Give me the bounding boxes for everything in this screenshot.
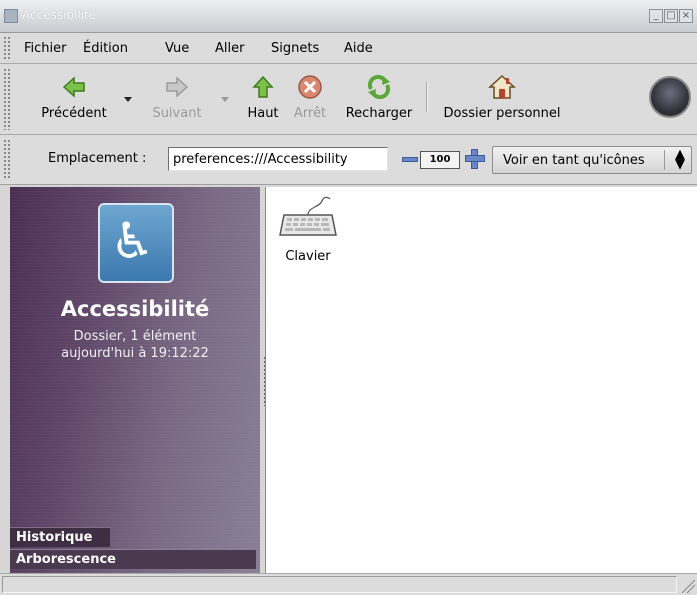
stop-label: Arrêt bbox=[293, 106, 327, 121]
sidebar: ♿ Accessibilité Dossier, 1 élément aujou… bbox=[10, 187, 260, 573]
window-title: Accessibilité bbox=[22, 8, 97, 22]
reload-icon bbox=[367, 74, 391, 100]
up-label: Haut bbox=[247, 106, 279, 121]
close-icon[interactable]: × bbox=[679, 9, 693, 23]
zoom-out-icon[interactable] bbox=[402, 157, 418, 162]
sidebar-info-line2: aujourd'hui à 19:12:22 bbox=[61, 346, 209, 361]
minimize-icon[interactable]: _ bbox=[649, 9, 663, 23]
zoom-level[interactable]: 100 bbox=[420, 151, 460, 169]
title-bar[interactable]: Accessibilité _ □ × bbox=[0, 0, 697, 33]
forward-arrow-icon bbox=[166, 76, 189, 98]
sidebar-title: Accessibilité bbox=[60, 297, 210, 321]
accessibility-icon: ♿ bbox=[98, 203, 174, 283]
menu-bar: Fichier Édition Vue Aller Signets Aide bbox=[0, 33, 697, 64]
sidebar-info-line1: Dossier, 1 élément bbox=[73, 329, 197, 344]
toolbar-grip[interactable] bbox=[3, 68, 11, 130]
toolbar-separator bbox=[426, 82, 428, 112]
back-button[interactable]: Précédent bbox=[34, 70, 114, 121]
back-arrow-icon bbox=[62, 76, 85, 98]
up-arrow-icon bbox=[252, 75, 274, 98]
location-label: Emplacement : bbox=[48, 151, 147, 166]
reload-label: Recharger bbox=[345, 106, 413, 121]
maximize-icon[interactable]: □ bbox=[664, 9, 678, 23]
home-button[interactable]: Dossier personnel bbox=[436, 70, 568, 121]
location-input[interactable] bbox=[168, 147, 388, 171]
toolbar: Précédent Suivant Haut Arrêt Recharger D… bbox=[0, 64, 697, 135]
stop-button[interactable]: Arrêt bbox=[288, 70, 332, 121]
menu-help[interactable]: Aide bbox=[344, 41, 373, 56]
view-as-label: Voir en tant qu'icônes bbox=[503, 153, 645, 168]
keyboard-icon bbox=[279, 196, 337, 236]
menu-go[interactable]: Aller bbox=[215, 41, 244, 56]
forward-label: Suivant bbox=[152, 106, 202, 121]
file-view[interactable]: Clavier bbox=[265, 187, 697, 573]
file-item-clavier[interactable]: Clavier bbox=[274, 193, 342, 264]
location-bar: Emplacement : 100 Voir en tant qu'icônes… bbox=[0, 135, 697, 185]
menu-edit[interactable]: Édition bbox=[83, 41, 128, 56]
status-bar bbox=[0, 573, 697, 595]
home-label: Dossier personnel bbox=[443, 106, 561, 121]
zoom-in-icon[interactable] bbox=[465, 149, 485, 169]
back-history-chevron-down-icon[interactable] bbox=[124, 97, 132, 102]
menu-view[interactable]: Vue bbox=[165, 41, 189, 56]
menu-file[interactable]: Fichier bbox=[24, 41, 67, 56]
menubar-grip[interactable] bbox=[3, 36, 11, 60]
back-label: Précédent bbox=[41, 106, 107, 121]
home-icon bbox=[488, 74, 516, 99]
up-button[interactable]: Haut bbox=[240, 70, 286, 121]
resize-grip-icon[interactable] bbox=[681, 579, 695, 593]
forward-history-chevron-down-icon[interactable] bbox=[221, 97, 229, 102]
reload-button[interactable]: Recharger bbox=[338, 70, 420, 121]
activity-throbber-icon bbox=[649, 76, 691, 118]
select-arrows-icon: ▲ ▼ bbox=[675, 147, 685, 172]
menu-bookmarks[interactable]: Signets bbox=[271, 41, 319, 56]
stop-icon bbox=[298, 75, 322, 99]
window-menu-icon[interactable] bbox=[4, 9, 18, 23]
tab-history[interactable]: Historique bbox=[10, 527, 110, 547]
locationbar-grip[interactable] bbox=[3, 139, 11, 179]
forward-button[interactable]: Suivant bbox=[144, 70, 210, 121]
view-as-select[interactable]: Voir en tant qu'icônes ▲ ▼ bbox=[492, 146, 692, 174]
tab-tree[interactable]: Arborescence bbox=[10, 549, 256, 569]
status-text-area bbox=[2, 576, 677, 593]
file-name: Clavier bbox=[285, 249, 331, 264]
